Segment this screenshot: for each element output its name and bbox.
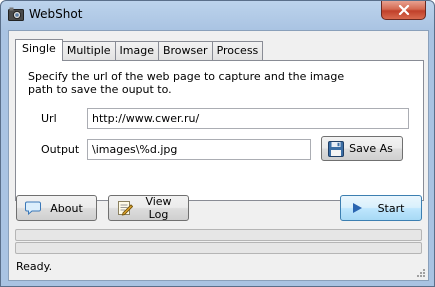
camera-icon (8, 7, 24, 21)
close-icon (398, 5, 409, 15)
tab-multiple[interactable]: Multiple (61, 41, 116, 61)
start-label: Start (377, 201, 405, 215)
output-path-input[interactable] (87, 139, 311, 160)
about-button[interactable]: About (16, 195, 97, 221)
progress-bar-secondary (15, 242, 422, 254)
play-icon (347, 199, 367, 217)
url-input[interactable] (87, 108, 409, 129)
close-button[interactable] (381, 1, 426, 20)
instructions-text: Specify the url of the web page to captu… (28, 70, 345, 96)
save-as-label: Save As (349, 142, 393, 155)
app-window: WebShot Single Multiple Image Browser Pr… (0, 0, 435, 287)
title-bar[interactable]: WebShot (1, 1, 434, 29)
tab-single[interactable]: Single (15, 39, 63, 61)
output-label: Output (41, 143, 80, 156)
progress-bar-primary (15, 229, 422, 241)
tab-strip: Single Multiple Image Browser Process (15, 39, 264, 61)
resize-grip-icon[interactable] (415, 267, 426, 278)
view-log-label: View Log (145, 195, 172, 221)
edit-document-icon (115, 199, 135, 217)
save-as-button[interactable]: Save As (321, 136, 403, 161)
window-title: WebShot (29, 7, 83, 21)
floppy-disk-icon (326, 140, 346, 158)
tab-browser[interactable]: Browser (157, 41, 213, 61)
client-area: Single Multiple Image Browser Process Sp… (8, 30, 429, 281)
url-label: Url (41, 112, 57, 125)
tab-process[interactable]: Process (211, 41, 264, 61)
single-tab-panel: Specify the url of the web page to captu… (15, 60, 424, 201)
status-text: Ready. (16, 260, 53, 273)
tab-image[interactable]: Image (114, 41, 159, 61)
speech-bubble-icon (23, 199, 43, 217)
start-button[interactable]: Start (340, 195, 422, 221)
view-log-button[interactable]: View Log (108, 195, 189, 221)
about-label: About (50, 201, 83, 215)
